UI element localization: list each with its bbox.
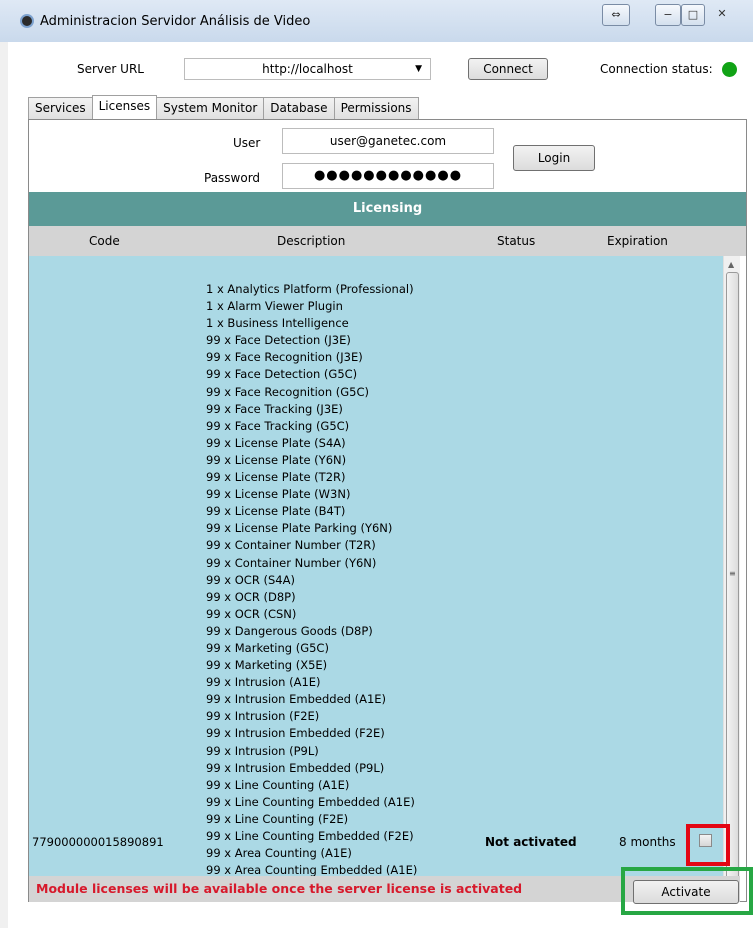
license-description-line: 99 x Line Counting (A1E): [206, 777, 350, 792]
license-description-list: 1 x Analytics Platform (Professional) 1 x…: [206, 281, 417, 879]
license-expiration: 8 months: [619, 835, 676, 849]
license-table-row[interactable]: 1 x Analytics Platform (Professional) 1 x…: [29, 256, 723, 892]
tab-services[interactable]: Services: [28, 97, 93, 119]
license-description-line: 1 x Analytics Platform (Professional): [206, 282, 414, 296]
login-button[interactable]: Login: [513, 145, 595, 171]
license-description-line: 99 x OCR (S4A): [206, 572, 295, 587]
license-description-line: 99 x Line Counting (F2E): [206, 811, 349, 826]
server-url-value: http://localhost: [262, 62, 353, 76]
user-input[interactable]: user@ganetec.com: [282, 128, 494, 154]
tab-permissions[interactable]: Permissions: [333, 97, 419, 119]
license-description-line: 99 x OCR (D8P): [206, 589, 296, 604]
license-description-line: 99 x Face Recognition (J3E): [206, 350, 363, 365]
license-status: Not activated: [485, 835, 577, 849]
license-description-line: 99 x License Plate (W3N): [206, 487, 351, 502]
resize-icon[interactable]: ⇔: [602, 4, 630, 26]
column-header-code: Code: [89, 234, 120, 248]
title-bar: Administracion Servidor Análisis de Vide…: [0, 0, 753, 42]
checkbox-highlight-annotation: [686, 824, 730, 866]
license-description-line: 99 x Area Counting (A1E): [206, 846, 352, 861]
licensing-header: Licensing: [29, 192, 746, 226]
license-description-line: 99 x Intrusion Embedded (F2E): [206, 726, 385, 741]
activate-highlight-annotation: [621, 867, 753, 915]
license-description-line: 99 x Face Tracking (G5C): [206, 418, 350, 433]
license-table-header: Code Description Status Expiration: [29, 226, 746, 256]
license-description-line: 1 x Alarm Viewer Plugin: [206, 299, 343, 314]
license-description-line: 99 x Face Detection (G5C): [206, 367, 358, 382]
license-description-line: 99 x Marketing (G5C): [206, 640, 329, 655]
vertical-scrollbar[interactable]: ▲ ≡: [723, 256, 740, 892]
license-description-line: 99 x Intrusion (P9L): [206, 743, 319, 758]
license-description-line: 99 x License Plate (T2R): [206, 470, 346, 485]
chevron-down-icon: ▼: [415, 64, 422, 74]
license-description-line: 99 x Container Number (Y6N): [206, 555, 377, 570]
tab-database[interactable]: Database: [263, 97, 335, 119]
scroll-up-arrow-icon[interactable]: ▲: [728, 260, 734, 269]
scrollbar-thumb[interactable]: ≡: [726, 272, 739, 882]
close-button[interactable]: ✕: [710, 4, 734, 26]
minimize-button[interactable]: −: [655, 4, 681, 26]
license-description-line: 99 x Dangerous Goods (D8P): [206, 623, 373, 638]
tab-system-monitor[interactable]: System Monitor: [156, 97, 265, 119]
license-description-line: 99 x OCR (CSN): [206, 606, 297, 621]
password-label: Password: [204, 171, 261, 185]
connect-button[interactable]: Connect: [468, 58, 548, 80]
license-description-line: 99 x Line Counting Embedded (A1E): [206, 794, 415, 809]
license-description-line: 99 x Intrusion Embedded (P9L): [206, 760, 385, 775]
license-description-line: 99 x Intrusion (A1E): [206, 675, 321, 690]
grip-icon: ≡: [729, 569, 736, 578]
license-code: 779000000015890891: [32, 835, 164, 849]
activation-warning-message: Module licenses will be available once t…: [36, 881, 523, 896]
app-window: Administracion Servidor Análisis de Vide…: [0, 0, 753, 928]
column-header-status: Status: [497, 234, 536, 248]
license-description-line: 99 x Container Number (T2R): [206, 538, 376, 553]
license-description-line: 99 x Intrusion (F2E): [206, 709, 320, 724]
maximize-button[interactable]: □: [681, 4, 705, 26]
window-title: Administracion Servidor Análisis de Vide…: [40, 14, 311, 29]
password-input[interactable]: ●●●●●●●●●●●●: [282, 163, 494, 189]
license-description-line: 99 x License Plate (Y6N): [206, 452, 347, 467]
user-label: User: [233, 136, 261, 150]
license-description-line: 99 x License Plate (B4T): [206, 504, 346, 519]
tab-licenses[interactable]: Licenses: [91, 95, 158, 119]
tab-bar: Services Licenses System Monitor Databas…: [28, 95, 419, 119]
connection-status-indicator: [722, 62, 737, 77]
app-icon: [20, 14, 34, 28]
license-description-line: 99 x Intrusion Embedded (A1E): [206, 692, 387, 707]
server-url-label: Server URL: [77, 62, 144, 76]
license-description-line: 1 x Business Intelligence: [206, 316, 349, 331]
license-description-line: 99 x Face Tracking (J3E): [206, 401, 343, 416]
column-header-expiration: Expiration: [607, 234, 668, 248]
license-description-line: 99 x Face Recognition (G5C): [206, 384, 370, 399]
license-description-line: 99 x License Plate Parking (Y6N): [206, 521, 393, 536]
license-description-line: 99 x Marketing (X5E): [206, 658, 328, 673]
license-description-line: 99 x Line Counting Embedded (F2E): [206, 829, 414, 843]
server-url-dropdown[interactable]: http://localhost ▼: [184, 58, 431, 80]
license-description-line: 99 x Face Detection (J3E): [206, 333, 351, 348]
license-description-line: 99 x License Plate (S4A): [206, 435, 346, 450]
column-header-description: Description: [277, 234, 346, 248]
connection-status-label: Connection status:: [600, 62, 713, 76]
